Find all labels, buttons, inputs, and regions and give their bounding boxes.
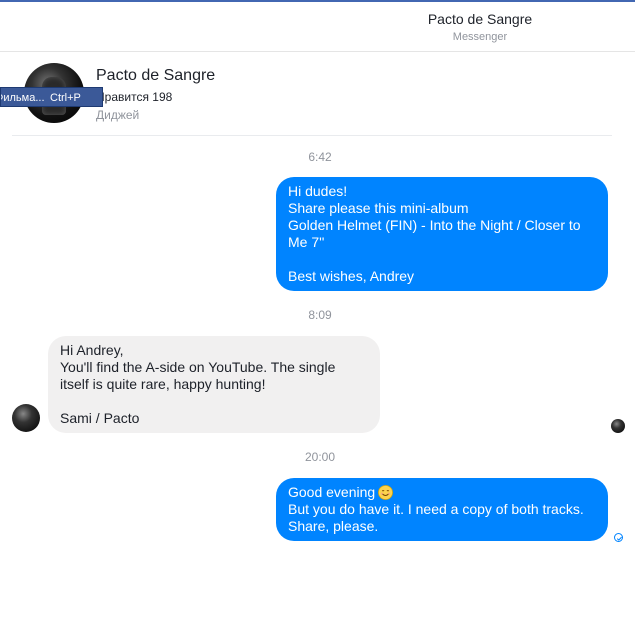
chat-subtitle: Messenger: [452, 31, 508, 43]
chat-header: Pacto de Sangre Messenger: [0, 2, 635, 52]
tooltip-label: Фильма...: [1, 92, 45, 104]
page-name[interactable]: Pacto de Sangre: [96, 67, 215, 85]
message-line: Golden Helmet (FIN) - Into the Night / C…: [288, 217, 581, 233]
message-line: [60, 393, 368, 410]
divider: [12, 135, 612, 136]
page-category: Диджей: [96, 108, 140, 122]
message-line: Best wishes, Andrey: [288, 268, 415, 284]
message-line: Good evening: [288, 484, 596, 501]
message-line: Me 7'': [288, 234, 325, 250]
page-likes: Нравится 198: [96, 90, 173, 104]
timestamp: 6:42: [308, 150, 332, 164]
outgoing-message[interactable]: Hi dudes! Share please this mini-album G…: [276, 177, 608, 291]
sender-avatar[interactable]: [12, 404, 40, 432]
check-circle-icon: [614, 533, 623, 542]
message-line: Hi dudes!: [288, 183, 348, 199]
read-receipt-avatar: [611, 419, 625, 433]
incoming-message[interactable]: Hi Andrey, You'll find the A-side on You…: [48, 336, 380, 433]
tooltip-shortcut: Ctrl+P: [50, 92, 81, 104]
message-line: Sami / Pacto: [60, 410, 140, 426]
message-line: You'll find the A-side on YouTube. The s…: [60, 359, 336, 375]
shortcut-tooltip: Фильма... Ctrl+P: [0, 87, 103, 107]
timestamp: 20:00: [304, 450, 336, 464]
timestamp: 8:09: [308, 308, 332, 322]
message-line: Share please this mini-album: [288, 200, 469, 216]
message-line: [288, 251, 596, 268]
chat-title: Pacto de Sangre: [427, 11, 533, 27]
message-line: Share, please.: [288, 518, 379, 534]
outgoing-message[interactable]: Good evening But you do have it. I need …: [276, 478, 608, 541]
message-line: itself is quite rare, happy hunting!: [60, 376, 266, 392]
message-line: Hi Andrey,: [60, 342, 124, 358]
smiling-face-icon: [378, 485, 394, 500]
message-text: Good evening: [288, 484, 376, 500]
message-line: But you do have it. I need a copy of bot…: [288, 501, 584, 517]
